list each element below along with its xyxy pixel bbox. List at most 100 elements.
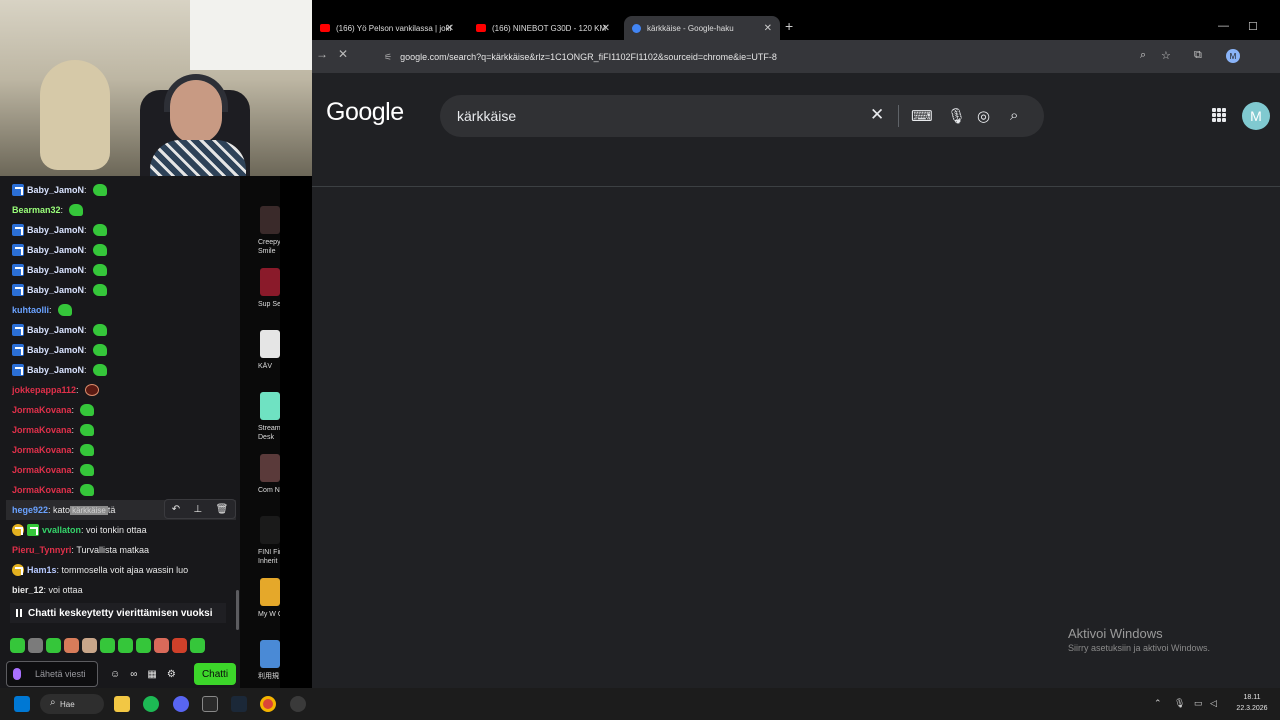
chat-username[interactable]: kuhtaolli	[12, 305, 49, 315]
desktop-shortcut-icon[interactable]	[260, 516, 280, 544]
prime-badge-icon[interactable]	[12, 244, 24, 256]
emote-icon[interactable]	[92, 324, 107, 336]
spotify-icon[interactable]	[143, 696, 159, 712]
emote-icon[interactable]	[57, 304, 72, 316]
extensions-icon[interactable]: ⧉	[1194, 49, 1202, 62]
file-explorer-icon[interactable]	[114, 696, 130, 712]
chat-username[interactable]: bier_12	[12, 585, 44, 595]
desktop-shortcut-icon[interactable]	[260, 268, 280, 296]
emote-icon[interactable]	[80, 424, 95, 436]
emote-icon[interactable]	[92, 344, 107, 356]
chat-username[interactable]: hege922	[12, 505, 48, 515]
delete-icon[interactable]: 🗑	[216, 504, 229, 515]
discord-icon[interactable]	[173, 696, 189, 712]
bookmark-star-icon[interactable]: ☆	[1161, 49, 1171, 62]
emote-icon[interactable]	[92, 224, 107, 236]
emote-icon[interactable]	[92, 264, 107, 276]
desktop-shortcut-icon[interactable]	[260, 330, 280, 358]
chat-username[interactable]: JormaKovana	[12, 465, 72, 475]
channel-points-icon[interactable]: ∞	[130, 669, 137, 680]
search-box[interactable]: kärkkäise ✕ ⌨ 🎙 ◎ ⌕	[440, 95, 1044, 137]
chat-username[interactable]: jokkepappa112	[12, 385, 76, 395]
close-icon[interactable]: ✕	[764, 23, 772, 34]
desktop-shortcut-icon[interactable]	[260, 454, 280, 482]
prime-badge-icon[interactable]	[12, 264, 24, 276]
desktop-shortcut-icon[interactable]	[260, 392, 280, 420]
obs-icon[interactable]	[290, 696, 306, 712]
tab-youtube-2[interactable]: (166) NINEBOT G30D - 120 KM ✕	[468, 16, 618, 40]
emote-icon[interactable]	[92, 184, 107, 196]
hovered-message[interactable]: hege922: kato kärkkäise tä	[12, 500, 115, 520]
emote-icon[interactable]	[69, 204, 84, 216]
tab-youtube-1[interactable]: (166) Yö Pelson vankilassa | joki ✕	[312, 16, 462, 40]
prime-badge-icon[interactable]	[12, 184, 24, 196]
tab-google-search[interactable]: kärkkäise - Google-haku ✕	[624, 16, 780, 40]
emote-icon[interactable]	[190, 638, 205, 653]
settings-gear-icon[interactable]: ⚙	[167, 669, 176, 680]
account-avatar[interactable]: M	[1242, 102, 1270, 130]
chat-paused-banner[interactable]: Chatti keskeytetty vierittämisen vuoksi	[10, 603, 226, 623]
chat-username[interactable]: Baby_JamoN	[27, 265, 84, 275]
pin-icon[interactable]: ⊥	[193, 504, 202, 515]
apps-grid-icon[interactable]	[1212, 108, 1226, 122]
stop-icon[interactable]: ✕	[338, 47, 348, 61]
sub-badge-icon[interactable]	[12, 564, 24, 576]
network-icon[interactable]: ▭	[1194, 698, 1203, 709]
emote-icon[interactable]	[80, 404, 95, 416]
sub-badge-icon[interactable]	[12, 524, 24, 536]
chat-username[interactable]: JormaKovana	[12, 485, 72, 495]
url-field[interactable]: ⚟ google.com/search?q=kärkkäise&rlz=1C1O…	[384, 48, 1104, 66]
desktop-shortcut-icon[interactable]	[260, 578, 280, 606]
maximize-icon[interactable]: ☐	[1248, 20, 1258, 33]
chat-scrollbar[interactable]	[236, 590, 239, 630]
emote-icon[interactable]	[92, 244, 107, 256]
reply-icon[interactable]: ↶	[172, 504, 180, 515]
start-windows-icon[interactable]	[14, 696, 30, 712]
emote-picker-icon[interactable]: ☺	[110, 669, 120, 680]
clear-icon[interactable]: ✕	[870, 105, 884, 125]
chat-username[interactable]: Baby_JamoN	[27, 225, 84, 235]
clock[interactable]: 18.11 22.3.2026	[1228, 692, 1276, 714]
emote-icon[interactable]	[64, 638, 79, 653]
close-icon[interactable]: ✕	[446, 23, 454, 34]
profile-avatar[interactable]: M	[1226, 49, 1240, 63]
emote-icon[interactable]	[80, 464, 95, 476]
chat-username[interactable]: Baby_JamoN	[27, 285, 84, 295]
desktop-shortcut-icon[interactable]	[260, 206, 280, 234]
search-input[interactable]: kärkkäise	[457, 108, 516, 124]
chat-username[interactable]: JormaKovana	[12, 445, 72, 455]
chat-input[interactable]: Lähetä viesti	[6, 661, 98, 687]
chat-send-button[interactable]: Chatti	[194, 663, 236, 685]
emote-icon[interactable]	[84, 384, 99, 396]
chrome-icon[interactable]	[260, 696, 276, 712]
site-info-icon[interactable]: ⚟	[384, 52, 392, 63]
emote-icon[interactable]	[28, 638, 43, 653]
emote-icon[interactable]	[118, 638, 133, 653]
steam-icon[interactable]	[231, 696, 247, 712]
lens-icon[interactable]: ◎	[977, 107, 990, 125]
prime-badge-icon[interactable]	[12, 324, 24, 336]
new-tab-icon[interactable]: +	[785, 18, 793, 34]
search-icon[interactable]: ⌕	[1010, 107, 1018, 124]
chat-username[interactable]: Baby_JamoN	[27, 345, 84, 355]
emote-icon[interactable]	[154, 638, 169, 653]
gift-badge-icon[interactable]	[27, 524, 39, 536]
emote-icon[interactable]	[80, 444, 95, 456]
emote-icon[interactable]	[136, 638, 151, 653]
google-logo[interactable]: Google	[326, 98, 404, 127]
chat-username[interactable]: Bearman32	[12, 205, 61, 215]
emote-icon[interactable]	[92, 364, 107, 376]
keyboard-icon[interactable]: ⌨	[911, 107, 933, 125]
emote-icon[interactable]	[10, 638, 25, 653]
prime-badge-icon[interactable]	[12, 344, 24, 356]
chat-username[interactable]: JormaKovana	[12, 405, 72, 415]
store-icon[interactable]: ▦	[147, 669, 156, 680]
zoom-icon[interactable]: ⌕	[1140, 49, 1146, 62]
chat-username[interactable]: Baby_JamoN	[27, 325, 84, 335]
forward-icon[interactable]: →	[316, 47, 328, 61]
prime-badge-icon[interactable]	[12, 364, 24, 376]
chat-username[interactable]: Pieru_Tynnyri	[12, 545, 71, 555]
emote-icon[interactable]	[172, 638, 187, 653]
chat-username[interactable]: Ham1s	[27, 565, 57, 575]
chat-username[interactable]: JormaKovana	[12, 425, 72, 435]
